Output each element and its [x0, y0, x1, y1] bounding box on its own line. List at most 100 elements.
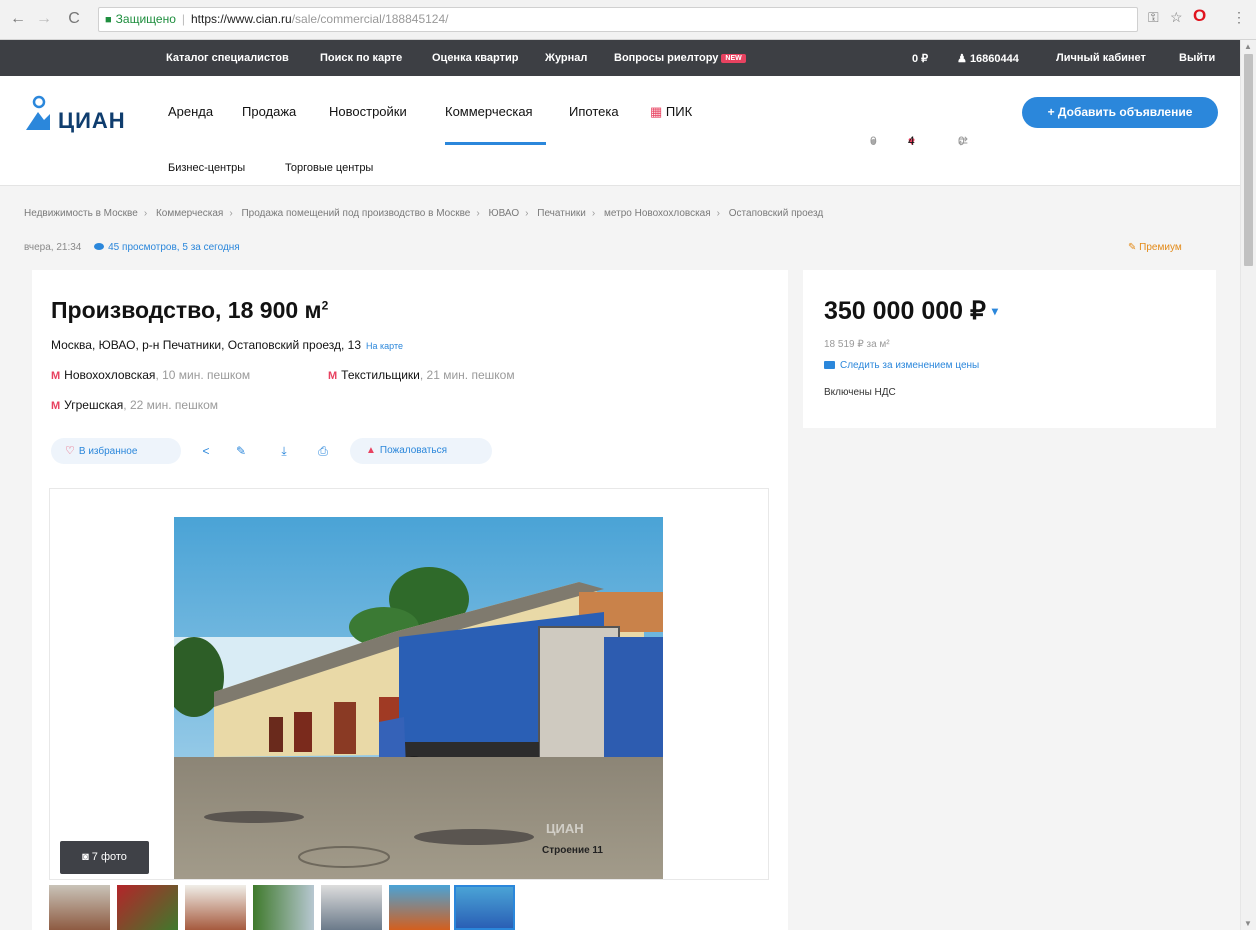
topbar-link-questions[interactable]: Вопросы риелтору NEW [614, 52, 746, 64]
breadcrumb-item[interactable]: ЮВАО [488, 208, 519, 219]
favorite-label: В избранное [78, 446, 138, 457]
heart-outline-icon: ♡ [65, 445, 75, 457]
follow-price-label: Следить за изменением цены [840, 360, 980, 371]
nav-newbuild[interactable]: Новостройки [329, 104, 407, 119]
topbar-user[interactable]: ♟ 16860444 [957, 52, 1019, 65]
metro-station[interactable]: M Новохохловская, 10 мин. пешком [51, 368, 250, 382]
metro-distance: 10 мин. пешком [162, 368, 251, 382]
metro-distance: 22 мин. пешком [129, 398, 219, 412]
camera-icon: ◙ [82, 851, 89, 863]
eye-icon [94, 243, 105, 250]
nav-pik[interactable]: ▦ ПИК [650, 104, 692, 120]
thumbnail[interactable] [185, 885, 246, 930]
secure-label: Защищено [115, 12, 176, 26]
logo-text: ЦИАН [58, 108, 126, 133]
topbar-link-valuation[interactable]: Оценка квартир [432, 52, 518, 64]
thumbnail[interactable] [253, 885, 314, 930]
topbar-balance[interactable]: 0 ₽ [912, 52, 928, 65]
nav-active-indicator [445, 142, 546, 145]
address-bar[interactable]: ■ Защищено | https://www.cian.ru/sale/comme… [98, 7, 1138, 32]
listing-meta: вчера, 21:34 45 просмотров, 5 за сегодня [24, 242, 240, 253]
chat-count: 0 [870, 134, 877, 148]
forward-arrow-icon[interactable]: → [34, 9, 54, 29]
map-link[interactable]: На карте [366, 341, 403, 351]
breadcrumb-item[interactable]: Остаповский проезд [729, 208, 823, 219]
scroll-down-icon[interactable]: ▼ [1244, 919, 1252, 928]
offer-card: Производство, 18 900 м2 Москва, ЮВАО, р-… [32, 270, 788, 930]
back-arrow-icon[interactable]: ← [8, 9, 28, 29]
price-per-meter: 18 519 ₽ за м² [824, 339, 890, 350]
nav-commercial[interactable]: Коммерческая [445, 104, 533, 119]
thumbnail[interactable] [117, 885, 178, 930]
topbar-link-map-search[interactable]: Поиск по карте [320, 52, 402, 64]
share-icon[interactable]: < [196, 441, 216, 461]
lock-icon: ■ [105, 14, 112, 26]
price: 350 000 000 ₽ ▾ [824, 296, 998, 326]
main-photo[interactable]: ЦИАН Строение 11 [174, 517, 663, 879]
metro-station[interactable]: M Текстильщики, 21 мин. пешком [328, 368, 515, 382]
photo-count-label: 7 фото [91, 851, 127, 863]
nav-rent[interactable]: Аренда [168, 104, 213, 119]
pencil-icon: ✎ [1128, 242, 1137, 253]
title-text: Производство, 18 900 м [51, 297, 322, 323]
reload-icon[interactable]: C [64, 9, 84, 29]
photo-count-badge[interactable]: ◙ 7 фото [60, 841, 149, 874]
subnav-business-centers[interactable]: Бизнес-центры [168, 162, 245, 174]
price-value: 350 000 000 ₽ [824, 297, 986, 325]
scrollbar-thumb[interactable] [1244, 54, 1253, 266]
follow-price-link[interactable]: Следить за изменением цены [824, 360, 979, 371]
print-icon[interactable]: ⎙ [313, 441, 333, 461]
page-title: Производство, 18 900 м2 [51, 297, 328, 324]
favorite-button[interactable]: ♡ В избранное [51, 438, 181, 464]
url-host: https://www.cian.ru [191, 12, 292, 26]
address-text: Москва, ЮВАО, р-н Печатники, Остаповский… [51, 338, 362, 352]
key-icon[interactable]: ⚿ [1148, 9, 1159, 26]
chevron-down-icon[interactable]: ▾ [992, 304, 998, 318]
thumbnail[interactable] [321, 885, 382, 930]
price-card: 350 000 000 ₽ ▾ 18 519 ₽ за м² Следить за… [803, 270, 1216, 428]
site-header: ЦИАН Аренда Продажа Новостройки Коммерче… [0, 76, 1240, 186]
nav-pik-label: ПИК [665, 104, 693, 119]
views-link[interactable]: 45 просмотров, 5 за сегодня [94, 242, 240, 253]
metro-icon: M [328, 370, 338, 382]
breadcrumb-item[interactable]: Продажа помещений под производство в Мос… [241, 208, 470, 219]
scroll-up-icon[interactable]: ▲ [1244, 42, 1252, 51]
compare-count: 0 [958, 134, 965, 148]
top-utility-bar: Каталог специалистов Поиск по карте Оцен… [0, 40, 1240, 76]
topbar-link-specialists[interactable]: Каталог специалистов [166, 52, 289, 64]
photo-gallery[interactable]: ЦИАН Строение 11 ◙ 7 фото [49, 488, 769, 880]
premium-label: Премиум [1139, 242, 1182, 253]
thumbnail[interactable] [49, 885, 110, 930]
metro-station[interactable]: M Угрешская, 22 мин. пешком [51, 398, 218, 412]
subnav-shopping-centers[interactable]: Торговые центры [285, 162, 373, 174]
page-scrollbar[interactable]: ▲ ▼ [1240, 40, 1256, 930]
menu-kebab-icon[interactable]: ⋮ [1232, 9, 1246, 26]
metro-name: Новохохловская [64, 368, 156, 382]
edit-icon[interactable]: ✎ [231, 441, 251, 461]
offer-address: Москва, ЮВАО, р-н Печатники, Остаповский… [51, 338, 403, 352]
star-icon[interactable]: ☆ [1170, 9, 1183, 26]
views-text: 45 просмотров, 5 за сегодня [108, 242, 240, 253]
topbar-cabinet[interactable]: Личный кабинет [1056, 52, 1146, 64]
breadcrumb-item[interactable]: Коммерческая [156, 208, 223, 219]
download-icon[interactable]: ⤓ [274, 441, 294, 461]
thumbnail-selected[interactable] [454, 885, 515, 930]
nav-sale[interactable]: Продажа [242, 104, 296, 119]
nav-mortgage[interactable]: Ипотека [569, 104, 619, 119]
pik-icon: ▦ [650, 104, 663, 119]
topbar-logout[interactable]: Выйти [1179, 52, 1215, 64]
thumbnail[interactable] [389, 885, 450, 930]
metro-icon: M [51, 400, 61, 412]
opera-icon[interactable]: O [1193, 6, 1206, 26]
premium-badge: ✎ Премиум [1128, 242, 1182, 253]
fav-count: 4 [908, 134, 915, 148]
photo-watermark: ЦИАН [546, 821, 584, 836]
breadcrumb-item[interactable]: Недвижимость в Москве [24, 208, 138, 219]
breadcrumb-item[interactable]: метро Новохохловская [604, 208, 711, 219]
topbar-link-journal[interactable]: Журнал [545, 52, 587, 64]
breadcrumb-item[interactable]: Печатники [537, 208, 586, 219]
add-listing-button[interactable]: + Добавить объявление [1022, 97, 1218, 128]
warning-icon: ▲ [366, 445, 376, 456]
topbar-questions-label: Вопросы риелтору [614, 52, 719, 64]
complain-button[interactable]: ▲ Пожаловаться [350, 438, 492, 464]
